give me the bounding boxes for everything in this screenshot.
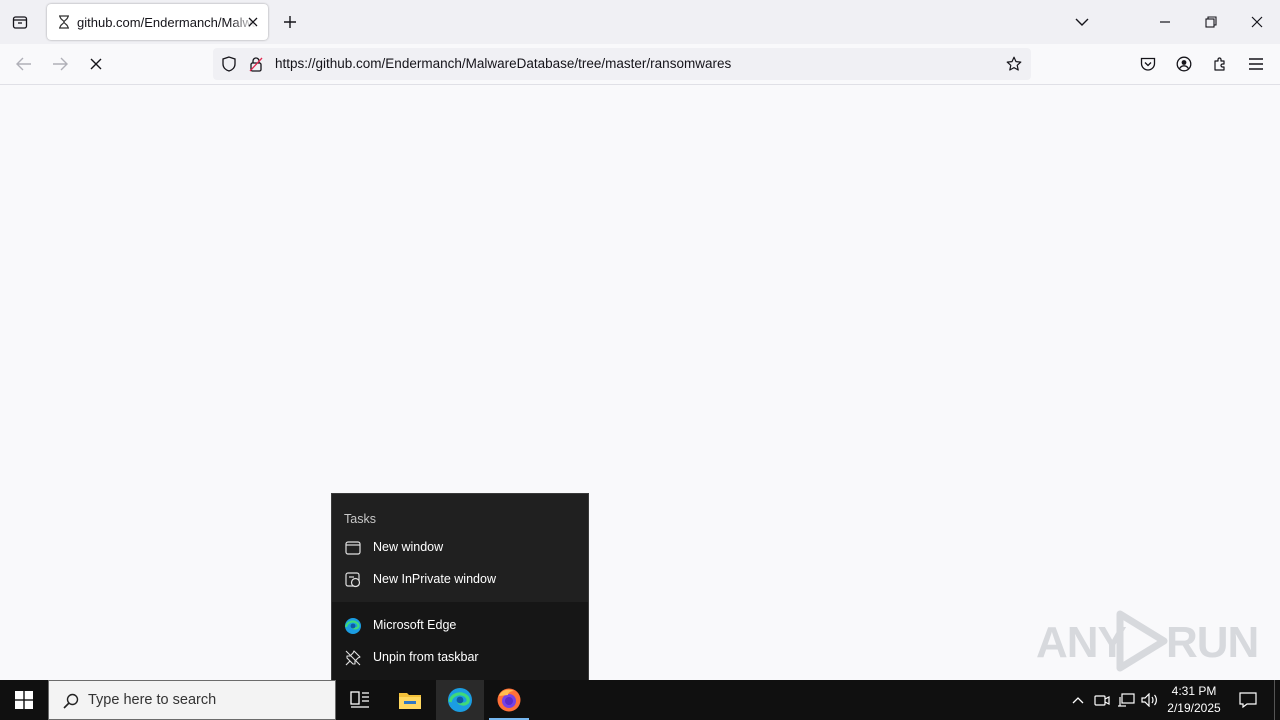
action-center-icon[interactable] <box>1236 688 1260 712</box>
stop-loading-icon[interactable] <box>84 52 108 76</box>
url-text[interactable]: https://github.com/Endermanch/MalwareDat… <box>275 56 731 71</box>
network-icon[interactable] <box>1116 690 1136 710</box>
hourglass-icon <box>57 15 71 29</box>
back-icon[interactable] <box>12 52 36 76</box>
search-icon <box>61 691 81 711</box>
address-bar[interactable]: https://github.com/Endermanch/MalwareDat… <box>213 48 1031 80</box>
task-view-icon <box>350 691 369 708</box>
taskbar-clock[interactable]: 4:31 PM 2/19/2025 <box>1164 683 1224 717</box>
watermark-any: ANY <box>1036 618 1127 667</box>
edge-jump-list: Tasks New window New InPrivate window Mi… <box>331 493 589 681</box>
account-icon[interactable] <box>1172 52 1196 76</box>
anyrun-watermark: ANY RUN <box>1036 606 1259 676</box>
watermark-run: RUN <box>1166 618 1259 667</box>
inprivate-icon <box>344 571 362 589</box>
windows-taskbar: Type here to search 4:31 PM 2/19/2025 <box>0 680 1280 720</box>
jumplist-microsoft-edge[interactable]: Microsoft Edge <box>332 610 588 642</box>
list-all-tabs-icon[interactable] <box>1072 12 1092 32</box>
volume-icon[interactable] <box>1140 690 1160 710</box>
close-window-icon[interactable] <box>1245 10 1269 34</box>
tracking-protection-shield-icon[interactable] <box>219 54 239 74</box>
new-tab-button[interactable] <box>280 12 300 32</box>
jumplist-new-inprivate-label: New InPrivate window <box>373 572 496 586</box>
meet-now-icon[interactable] <box>1092 690 1112 710</box>
jumplist-unpin-from-taskbar[interactable]: Unpin from taskbar <box>332 642 588 674</box>
clock-date: 2/19/2025 <box>1167 701 1221 715</box>
firefox-icon <box>497 688 521 712</box>
minimize-icon[interactable] <box>1153 10 1177 34</box>
edge-taskbar-button[interactable] <box>436 680 484 720</box>
show-desktop-button[interactable] <box>1274 680 1280 720</box>
insecure-lock-icon[interactable] <box>246 54 266 74</box>
pocket-icon[interactable] <box>1136 52 1160 76</box>
page-content <box>0 85 1280 680</box>
jumplist-new-inprivate-window[interactable]: New InPrivate window <box>332 564 588 596</box>
show-hidden-icons-chevron-icon[interactable] <box>1068 690 1088 710</box>
edge-icon <box>448 688 472 712</box>
jumplist-edge-label: Microsoft Edge <box>373 618 457 632</box>
firefox-view-icon[interactable] <box>8 10 32 34</box>
extensions-icon[interactable] <box>1208 52 1232 76</box>
firefox-taskbar-button[interactable] <box>485 680 533 720</box>
active-tab[interactable]: github.com/Endermanch/Malware <box>47 4 268 40</box>
restore-icon[interactable] <box>1199 10 1223 34</box>
play-triangle-icon <box>1116 610 1168 672</box>
menu-icon[interactable] <box>1244 52 1268 76</box>
search-placeholder: Type here to search <box>88 692 217 708</box>
window-icon <box>344 539 362 557</box>
task-view-button[interactable] <box>336 680 384 720</box>
tab-strip: github.com/Endermanch/Malware <box>0 0 1280 44</box>
edge-icon <box>344 617 362 635</box>
file-explorer-icon <box>399 693 421 709</box>
navigation-toolbar: https://github.com/Endermanch/MalwareDat… <box>0 44 1280 85</box>
bookmark-star-icon[interactable] <box>1004 54 1024 74</box>
jumplist-new-window-label: New window <box>373 540 444 554</box>
forward-icon[interactable] <box>48 52 72 76</box>
unpin-icon <box>344 649 362 667</box>
close-tab-icon[interactable] <box>243 12 263 32</box>
start-button[interactable] <box>0 680 48 720</box>
clock-time: 4:31 PM <box>1171 684 1217 698</box>
file-explorer-button[interactable] <box>386 680 434 720</box>
jumplist-heading: Tasks <box>344 512 376 526</box>
windows-logo-icon <box>15 691 33 709</box>
jumplist-new-window[interactable]: New window <box>332 532 588 564</box>
taskbar-search-box[interactable]: Type here to search <box>48 680 336 720</box>
jumplist-unpin-label: Unpin from taskbar <box>373 650 479 664</box>
tab-title: github.com/Endermanch/Malware <box>77 15 257 30</box>
